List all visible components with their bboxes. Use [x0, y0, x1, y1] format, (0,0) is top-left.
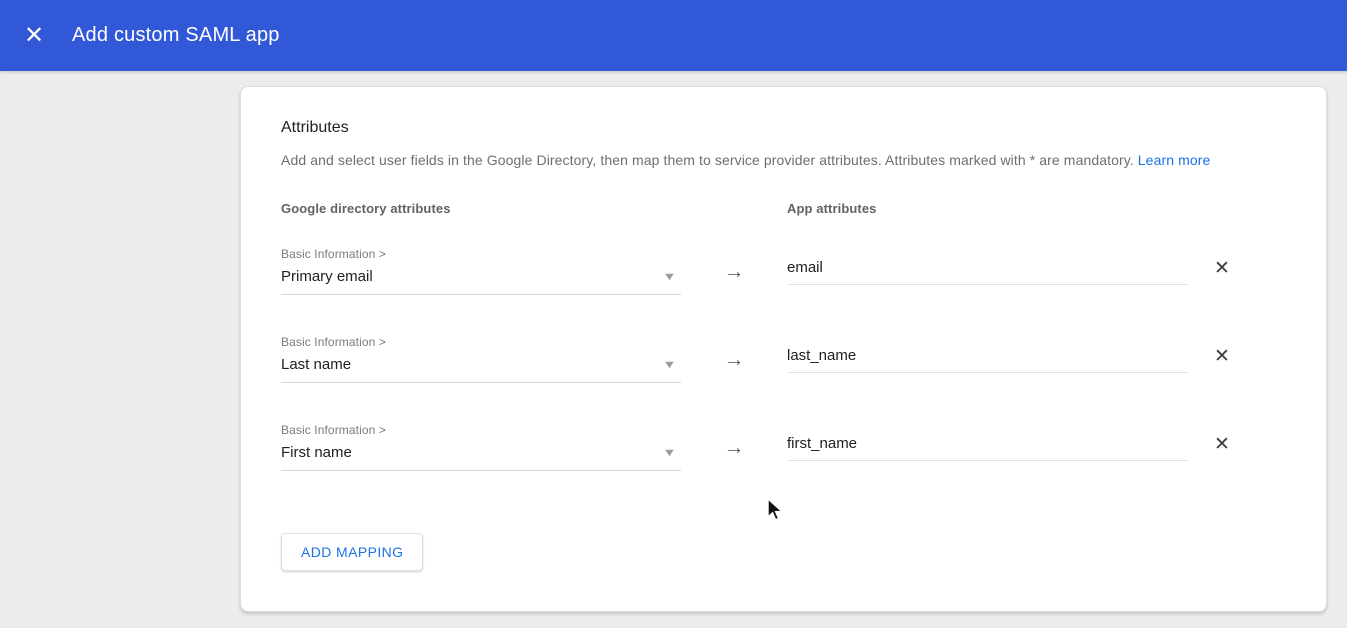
dropdown-arrow-icon: ▼ [662, 447, 677, 459]
remove-mapping-icon[interactable]: ✕ [1209, 431, 1235, 457]
google-attribute-select[interactable]: Basic Information > First name ▼ [281, 423, 681, 471]
dialog-header: ✕ Add custom SAML app [0, 0, 1347, 71]
close-icon[interactable]: ✕ [18, 20, 50, 52]
attributes-card: Attributes Add and select user fields in… [240, 86, 1327, 612]
section-description: Add and select user fields in the Google… [281, 152, 1286, 168]
mapping-row: Basic Information > Primary email ▼ → ✕ [281, 247, 1286, 295]
dropdown-arrow-icon: ▼ [662, 271, 677, 283]
remove-mapping-icon[interactable]: ✕ [1209, 343, 1235, 369]
selected-attribute-value: Primary email [281, 268, 373, 285]
learn-more-link[interactable]: Learn more [1138, 152, 1211, 168]
mapping-arrow-icon: → [681, 260, 787, 284]
attribute-category-label: Basic Information > [281, 423, 681, 437]
attribute-category-label: Basic Information > [281, 335, 681, 349]
column-headers: Google directory attributes App attribut… [281, 201, 1286, 216]
attribute-category-label: Basic Information > [281, 247, 681, 261]
add-mapping-button[interactable]: ADD MAPPING [281, 533, 423, 571]
page-title: Add custom SAML app [72, 24, 280, 47]
app-attribute-input[interactable] [787, 345, 1189, 373]
description-text: Add and select user fields in the Google… [281, 152, 1138, 168]
dropdown-arrow-icon: ▼ [662, 359, 677, 371]
app-attribute-input[interactable] [787, 433, 1189, 461]
mapping-arrow-icon: → [681, 348, 787, 372]
column-header-app: App attributes [787, 201, 877, 216]
section-title: Attributes [281, 119, 1286, 137]
mapping-arrow-icon: → [681, 436, 787, 460]
page-background: Attributes Add and select user fields in… [0, 71, 1347, 628]
google-attribute-select[interactable]: Basic Information > Primary email ▼ [281, 247, 681, 295]
selected-attribute-value: First name [281, 444, 352, 461]
app-attribute-input[interactable] [787, 257, 1189, 285]
google-attribute-select[interactable]: Basic Information > Last name ▼ [281, 335, 681, 383]
mapping-row: Basic Information > Last name ▼ → ✕ [281, 335, 1286, 383]
remove-mapping-icon[interactable]: ✕ [1209, 255, 1235, 281]
selected-attribute-value: Last name [281, 356, 351, 373]
column-header-google-directory: Google directory attributes [281, 201, 787, 216]
mapping-row: Basic Information > First name ▼ → ✕ [281, 423, 1286, 471]
